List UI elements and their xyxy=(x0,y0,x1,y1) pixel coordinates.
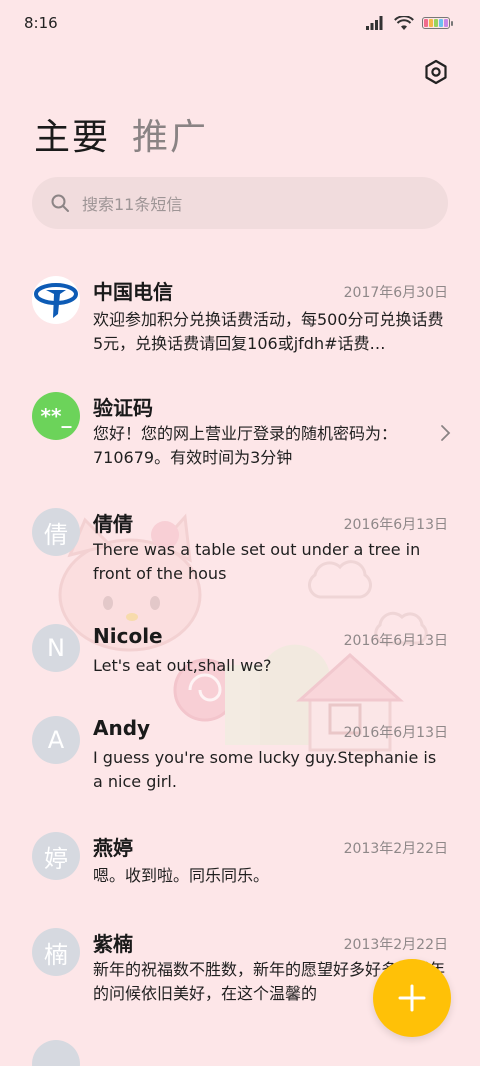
new-message-button[interactable] xyxy=(373,959,451,1037)
tab-bar: 主要 推广 xyxy=(34,108,208,160)
message-preview: 嗯。收到啦。同乐同乐。 xyxy=(93,866,270,885)
plus-icon xyxy=(398,984,426,1012)
message-preview: There was a table set out under a tree i… xyxy=(93,540,421,583)
message-date: 2016年6月13日 xyxy=(343,517,448,533)
avatar: N xyxy=(32,624,80,672)
avatar xyxy=(32,1040,80,1066)
contact-name: 中国电信 xyxy=(93,280,173,304)
contact-name: 紫楠 xyxy=(93,932,133,956)
contact-name: Nicole xyxy=(93,624,163,648)
message-preview: 欢迎参加积分兑换话费活动，每500分可兑换话费5元，兑换话费请回复106或jfd… xyxy=(93,310,444,353)
contact-name: 倩倩 xyxy=(93,512,133,536)
avatar: 婷 xyxy=(32,832,80,880)
contact-name: 燕婷 xyxy=(93,836,133,860)
message-date: 2016年6月13日 xyxy=(343,725,448,741)
message-preview: Let's eat out,shall we? xyxy=(93,656,272,675)
message-date: 2013年2月22日 xyxy=(343,841,448,857)
wifi-icon xyxy=(394,15,414,30)
message-preview: 您好！您的网上营业厅登录的随机密码为：710679。有效时间为3分钟 xyxy=(93,424,398,467)
list-item[interactable]: 婷 燕婷 2013年2月22日 嗯。收到啦。同乐同乐。 xyxy=(0,828,480,908)
search-input[interactable]: 搜索11条短信 xyxy=(32,177,448,229)
list-item[interactable] xyxy=(0,1040,480,1066)
signal-icon xyxy=(366,16,383,30)
status-icons xyxy=(366,15,453,31)
status-bar: 8:16 xyxy=(0,0,480,46)
search-icon xyxy=(51,194,69,212)
chevron-right-icon xyxy=(441,425,451,441)
avatar: A xyxy=(32,716,80,764)
list-item[interactable]: 倩 倩倩 2016年6月13日 There was a table set ou… xyxy=(0,502,480,602)
settings-button[interactable] xyxy=(418,54,454,90)
contact-name: 验证码 xyxy=(93,396,153,420)
avatar: 楠 xyxy=(32,928,80,976)
settings-hexagon-icon xyxy=(425,59,447,85)
list-item[interactable]: **_ 验证码 您好！您的网上营业厅登录的随机密码为：710679。有效时间为3… xyxy=(0,386,480,486)
message-date: 2016年6月13日 xyxy=(343,633,448,649)
list-item[interactable]: N Nicole 2016年6月13日 Let's eat out,shall … xyxy=(0,618,480,698)
tab-promotions[interactable]: 推广 xyxy=(132,108,208,160)
contact-name: Andy xyxy=(93,716,151,740)
message-date: 2017年6月30日 xyxy=(343,285,448,301)
avatar: 倩 xyxy=(32,508,80,556)
status-time: 8:16 xyxy=(24,14,58,32)
avatar: **_ xyxy=(32,392,80,440)
avatar xyxy=(32,276,80,324)
list-item[interactable]: 中国电信 2017年6月30日 欢迎参加积分兑换话费活动，每500分可兑换话费5… xyxy=(0,270,480,370)
battery-icon xyxy=(422,17,453,29)
china-telecom-logo-icon xyxy=(34,283,78,318)
list-item[interactable]: A Andy 2016年6月13日 I guess you're some lu… xyxy=(0,712,480,812)
tab-primary[interactable]: 主要 xyxy=(34,108,110,160)
message-date: 2013年2月22日 xyxy=(343,937,448,953)
message-preview: I guess you're some lucky guy.Stephanie … xyxy=(93,748,437,791)
search-placeholder: 搜索11条短信 xyxy=(82,195,183,214)
